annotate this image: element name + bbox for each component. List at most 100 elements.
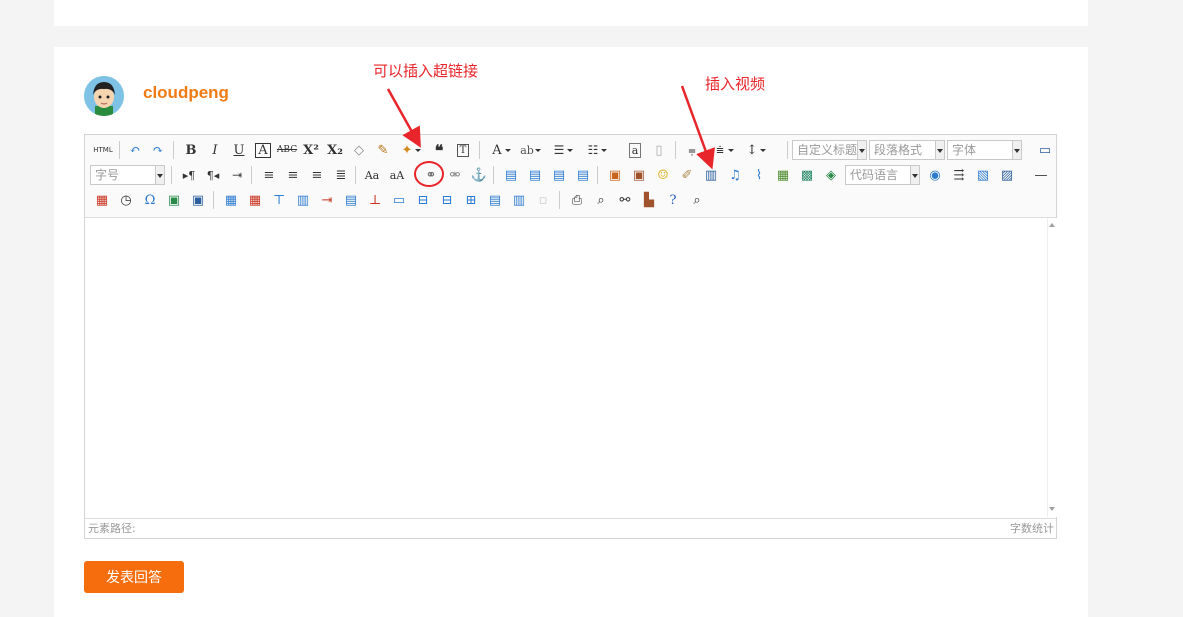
- indent-icon[interactable]: ⇥: [227, 165, 247, 185]
- bold-icon[interactable]: B: [181, 140, 201, 160]
- word-image-icon[interactable]: ▣: [188, 190, 208, 210]
- insert-image-icon[interactable]: ▣: [629, 165, 649, 185]
- table-props-icon: ▫: [538, 192, 548, 208]
- strikethrough-icon[interactable]: ABC: [277, 140, 297, 160]
- insert-caption-icon[interactable]: ⊤: [269, 190, 289, 210]
- lowercase-icon[interactable]: aA: [387, 165, 407, 185]
- scroll-down-icon[interactable]: [1049, 507, 1055, 511]
- row-spacing-bottom-icon[interactable]: ⩧: [710, 140, 734, 160]
- undo-icon[interactable]: ↶: [125, 140, 145, 160]
- insert-video-icon[interactable]: ▥: [701, 165, 721, 185]
- image-center-icon[interactable]: ▤: [573, 165, 593, 185]
- align-center-icon[interactable]: ≡: [283, 165, 303, 185]
- superscript-icon[interactable]: X²: [301, 140, 321, 160]
- merge-cells-icon[interactable]: ▭: [389, 190, 409, 210]
- align-right-icon[interactable]: ≡: [307, 165, 327, 185]
- drafts-icon[interactable]: ▙: [639, 190, 659, 210]
- split-cells-icon[interactable]: ⊞: [461, 190, 481, 210]
- scrawl-icon[interactable]: ✐: [677, 165, 697, 185]
- row-spacing-top-icon[interactable]: ⩦: [682, 140, 702, 160]
- video-annotation: 插入视频: [705, 75, 766, 93]
- source-view-icon[interactable]: ⌕: [687, 190, 707, 210]
- word-count-label: 字数统计: [1010, 522, 1054, 535]
- font-family-select[interactable]: 字体: [947, 140, 1022, 160]
- rtl-direction-icon[interactable]: ¶◂: [203, 165, 223, 185]
- web-app-icon[interactable]: ◉: [925, 165, 945, 185]
- search-replace-icon[interactable]: ⚯: [615, 190, 635, 210]
- uppercase-icon[interactable]: Aa: [362, 165, 382, 185]
- ordered-list-icon[interactable]: ☰: [549, 140, 573, 160]
- html-source-button[interactable]: HTML: [90, 140, 116, 160]
- username[interactable]: cloudpeng: [143, 83, 229, 103]
- merge-down-icon[interactable]: ⊟: [437, 190, 457, 210]
- special-chars-icon[interactable]: Ω: [140, 190, 160, 210]
- date-icon[interactable]: ▦: [92, 190, 112, 210]
- paragraph-format-select[interactable]: 段落格式: [869, 140, 945, 160]
- help-icon[interactable]: ?: [663, 190, 683, 210]
- blockquote-icon[interactable]: ❝: [429, 140, 449, 160]
- align-justify-icon[interactable]: ≣: [331, 165, 351, 185]
- gmap-icon[interactable]: ▩: [797, 165, 817, 185]
- emotion-icon[interactable]: ☺: [653, 165, 673, 185]
- link-annotation: 可以插入超链接: [373, 62, 479, 80]
- format-brush-icon[interactable]: ✎: [373, 140, 393, 160]
- attachment-icon[interactable]: ⌇: [749, 165, 769, 185]
- print-icon[interactable]: ⎙: [567, 190, 587, 210]
- font-border-icon[interactable]: A: [253, 140, 273, 160]
- snapscreen-icon[interactable]: ▣: [164, 190, 184, 210]
- split-rows-icon[interactable]: ▤: [485, 190, 505, 210]
- custom-title-select[interactable]: 自定义标题: [792, 140, 867, 160]
- unlink-icon[interactable]: ⚮: [445, 165, 465, 185]
- anchor-icon[interactable]: ⚓: [469, 165, 489, 185]
- element-path-label: 元素路径:: [88, 522, 136, 535]
- line-height-icon[interactable]: ↕: [742, 140, 766, 160]
- font-color-icon[interactable]: A: [487, 140, 511, 160]
- delete-row-icon[interactable]: ⇥: [317, 190, 337, 210]
- insert-row-icon[interactable]: ▥: [293, 190, 313, 210]
- image-left-icon[interactable]: ▤: [525, 165, 545, 185]
- code-language-select[interactable]: 代码语言: [845, 165, 920, 185]
- editor-scrollbar[interactable]: [1047, 218, 1057, 517]
- image-none-icon[interactable]: ▤: [501, 165, 521, 185]
- underline-icon[interactable]: U: [229, 140, 249, 160]
- merge-right-icon[interactable]: ⊟: [413, 190, 433, 210]
- map-icon[interactable]: ▦: [773, 165, 793, 185]
- italic-icon[interactable]: I: [205, 140, 225, 160]
- highlight-color-icon[interactable]: ab: [517, 140, 541, 160]
- image-right-icon[interactable]: ▤: [549, 165, 569, 185]
- simple-upload-icon[interactable]: ▣: [605, 165, 625, 185]
- subscript-icon[interactable]: X₂: [325, 140, 345, 160]
- font-size-select[interactable]: 字号: [90, 165, 165, 185]
- insert-table-icon[interactable]: ▦: [221, 190, 241, 210]
- page-break-icon[interactable]: ⇶: [949, 165, 969, 185]
- toolbar-row-2: 字号 ▸¶ ¶◂ ⇥ ≡ ≡ ≡ ≣ Aa aA ⚭ ⚮ ⚓ ▤ ▤ ▤ ▤ ▣…: [87, 163, 1056, 187]
- time-icon[interactable]: ◷: [116, 190, 136, 210]
- preview-icon[interactable]: ⌕: [591, 190, 611, 210]
- insert-col-icon[interactable]: ▤: [341, 190, 361, 210]
- paste-text-icon[interactable]: T: [453, 140, 473, 160]
- auto-format-icon[interactable]: ✦: [397, 140, 421, 160]
- eraser-icon[interactable]: ◇: [349, 140, 369, 160]
- link-icon[interactable]: ⚭: [421, 165, 441, 185]
- unordered-list-icon[interactable]: ☷: [583, 140, 607, 160]
- clear-doc-icon[interactable]: ▯: [649, 140, 669, 160]
- music-icon[interactable]: ♫: [725, 165, 745, 185]
- rich-text-editor: HTML ↶ ↷ B I U A ABC X² X₂ ◇ ✎ ✦ ❝ T A a…: [84, 134, 1057, 539]
- scroll-up-icon[interactable]: [1049, 223, 1055, 227]
- select-all-icon[interactable]: a: [625, 140, 645, 160]
- split-cols-icon[interactable]: ▥: [509, 190, 529, 210]
- background-icon[interactable]: ▨: [997, 165, 1017, 185]
- ltr-direction-icon[interactable]: ▸¶: [179, 165, 199, 185]
- horizontal-rule-icon[interactable]: —: [1031, 165, 1051, 185]
- editor-content-area[interactable]: [85, 218, 1047, 517]
- delete-table-icon[interactable]: ▦: [245, 190, 265, 210]
- fullscreen-icon[interactable]: ▭: [1035, 140, 1055, 160]
- redo-icon[interactable]: ↷: [148, 140, 168, 160]
- delete-col-icon[interactable]: ⊥: [365, 190, 385, 210]
- align-left-icon[interactable]: ≡: [259, 165, 279, 185]
- submit-answer-button[interactable]: 发表回答: [84, 561, 184, 593]
- editor-statusbar: 元素路径: 字数统计: [85, 518, 1056, 539]
- insert-frame-icon[interactable]: ◈: [821, 165, 841, 185]
- toolbar-row-1: HTML ↶ ↷ B I U A ABC X² X₂ ◇ ✎ ✦ ❝ T A a…: [87, 138, 1056, 162]
- template-icon[interactable]: ▧: [973, 165, 993, 185]
